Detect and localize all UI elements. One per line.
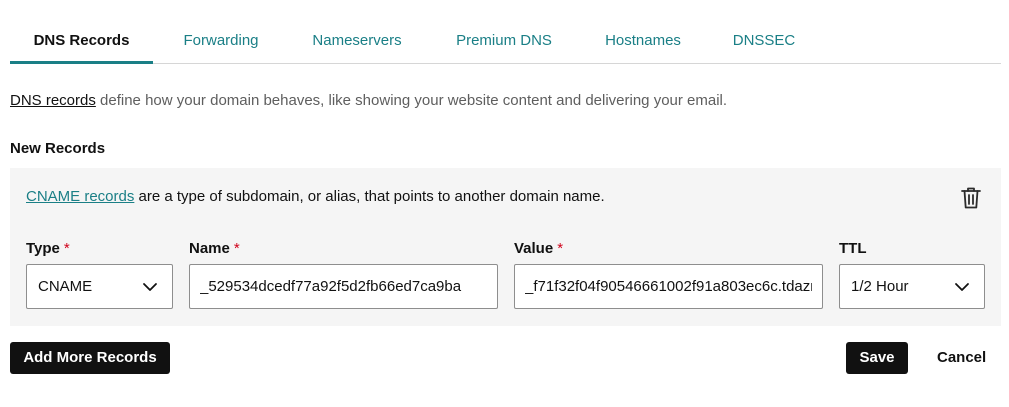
panel-description-text: are a type of subdomain, or alias, that …: [134, 188, 605, 205]
tab-dnssec[interactable]: DNSSEC: [722, 20, 806, 64]
value-label: Value *: [514, 240, 564, 257]
add-more-records-button[interactable]: Add More Records: [10, 342, 170, 374]
ttl-select-value: 1/2 Hour: [851, 278, 909, 295]
value-input[interactable]: [515, 265, 822, 308]
dns-records-link[interactable]: DNS records: [10, 92, 96, 109]
tab-premium-dns[interactable]: Premium DNS: [442, 20, 566, 64]
tab-dns-records[interactable]: DNS Records: [10, 20, 153, 64]
tab-bar: DNS Records Forwarding Nameservers Premi…: [10, 20, 1001, 64]
trash-icon[interactable]: [960, 186, 982, 210]
panel-description: CNAME records are a type of subdomain, o…: [26, 188, 605, 205]
intro-text: DNS records define how your domain behav…: [10, 92, 727, 109]
tab-nameservers[interactable]: Nameservers: [298, 20, 416, 64]
type-required-mark: *: [63, 240, 70, 257]
ttl-label: TTL: [839, 240, 867, 257]
cname-records-link[interactable]: CNAME records: [26, 188, 134, 205]
value-field: [514, 264, 823, 309]
section-title: New Records: [10, 140, 106, 157]
name-field: [189, 264, 498, 309]
cancel-button[interactable]: Cancel: [937, 342, 986, 374]
type-select[interactable]: CNAME: [26, 264, 173, 309]
tab-forwarding[interactable]: Forwarding: [166, 20, 276, 64]
name-input[interactable]: [190, 265, 497, 308]
chevron-down-icon: [955, 283, 969, 291]
type-label: Type *: [26, 240, 70, 257]
name-required-mark: *: [233, 240, 240, 257]
record-panel: CNAME records are a type of subdomain, o…: [10, 168, 1001, 326]
ttl-select[interactable]: 1/2 Hour: [839, 264, 985, 309]
name-label: Name *: [189, 240, 240, 257]
type-select-value: CNAME: [38, 278, 93, 295]
save-button[interactable]: Save: [846, 342, 908, 374]
tab-hostnames[interactable]: Hostnames: [592, 20, 694, 64]
value-required-mark: *: [557, 240, 564, 257]
intro-description: define how your domain behaves, like sho…: [95, 92, 728, 109]
chevron-down-icon: [143, 283, 157, 291]
